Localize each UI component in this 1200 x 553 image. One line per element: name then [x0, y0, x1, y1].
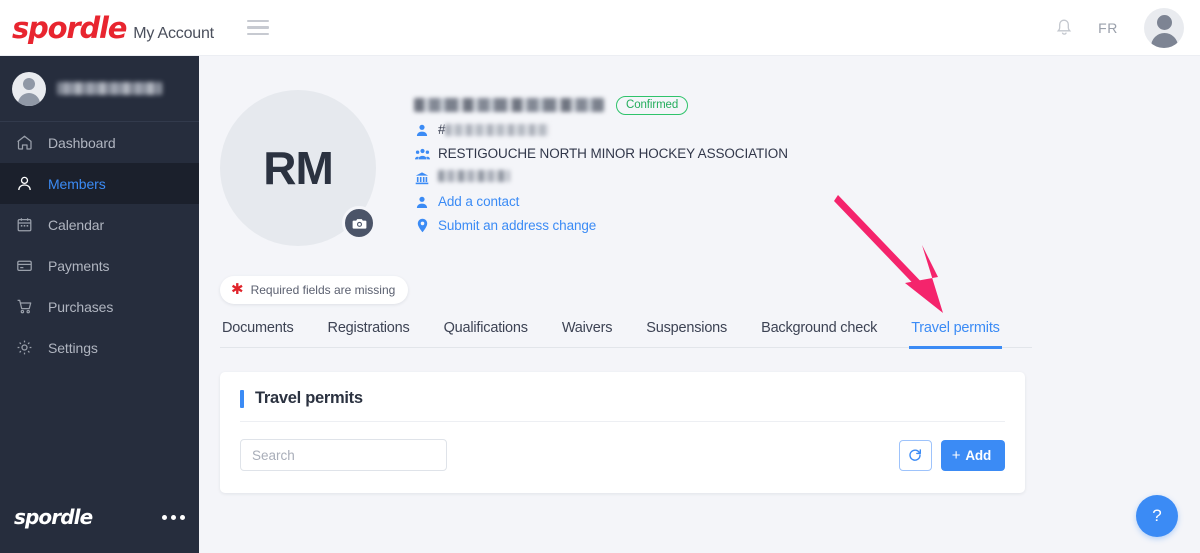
dot: [180, 514, 185, 520]
tab-travel-permits[interactable]: Travel permits: [909, 320, 1002, 349]
address-value: [438, 170, 510, 185]
sidebar-item-label: Calendar: [48, 216, 105, 233]
sidebar-user[interactable]: [0, 56, 199, 122]
travel-permits-card: Travel permits + Add: [220, 372, 1025, 493]
profile-details: Confirmed # RESTIGOUCHE NORTH MINOR HOCK…: [414, 90, 788, 246]
profile-name-redacted: [414, 98, 604, 112]
member-number-prefix: #: [438, 122, 446, 137]
tab-background-check[interactable]: Background check: [759, 320, 879, 347]
organization-row: RESTIGOUCHE NORTH MINOR HOCKEY ASSOCIATI…: [414, 145, 788, 162]
avatar-head: [1156, 14, 1172, 30]
card-header: Travel permits: [240, 389, 1005, 408]
profile-avatar-wrap: RM: [220, 90, 376, 246]
sidebar-item-members[interactable]: Members: [0, 163, 199, 204]
refresh-button[interactable]: [898, 439, 932, 471]
sidebar-item-payments[interactable]: Payments: [0, 245, 199, 286]
main-content: RM Confirmed # RESTIGOUCHE NORTH MINOR H…: [199, 56, 1200, 553]
dot: [171, 514, 176, 520]
brand[interactable]: spordle My Account: [0, 11, 214, 45]
institution-icon: [414, 171, 430, 185]
sidebar-footer: spordle: [0, 481, 199, 553]
sidebar-item-dashboard[interactable]: Dashboard: [0, 122, 199, 163]
tab-documents[interactable]: Documents: [220, 320, 296, 347]
organization-name: RESTIGOUCHE NORTH MINOR HOCKEY ASSOCIATI…: [438, 146, 788, 161]
add-button-label: Add: [965, 447, 991, 463]
user-avatar[interactable]: [1144, 7, 1184, 48]
tab-suspensions[interactable]: Suspensions: [644, 320, 729, 347]
sidebar-user-name-redacted: [57, 82, 162, 95]
credit-card-icon: [14, 255, 35, 276]
add-contact-link[interactable]: Add a contact: [438, 194, 519, 209]
sidebar-avatar: [12, 71, 46, 106]
dot: [162, 514, 167, 520]
address-redacted: [438, 170, 510, 182]
help-button[interactable]: ?: [1136, 495, 1178, 537]
profile-tabs: Documents Registrations Qualifications W…: [220, 320, 1032, 349]
gear-icon: [14, 337, 35, 358]
address-row: [414, 169, 788, 186]
avatar-body: [18, 92, 40, 106]
required-fields-alert: ✱ Required fields are missing: [220, 276, 409, 304]
location-pin-icon: [414, 218, 430, 233]
avatar-head: [23, 77, 35, 90]
status-badge: Confirmed: [616, 95, 689, 115]
hamburger-line: [246, 26, 269, 29]
search-input[interactable]: [240, 439, 447, 471]
app-root: spordle My Account FR Dashboard Members …: [0, 0, 1200, 553]
hamburger-line: [246, 19, 269, 23]
sidebar-item-purchases[interactable]: Purchases: [0, 286, 199, 327]
top-bar: spordle My Account FR: [0, 0, 1200, 56]
home-icon: [14, 132, 35, 153]
sidebar-item-settings[interactable]: Settings: [0, 327, 199, 368]
sidebar-item-label: Settings: [48, 339, 98, 356]
people-group-icon: [414, 147, 430, 161]
user-icon: [14, 173, 35, 194]
card-actions: + Add: [898, 439, 1005, 471]
camera-icon[interactable]: [342, 206, 376, 240]
profile-name-row: Confirmed: [414, 95, 788, 115]
member-number-row: #: [414, 121, 788, 138]
required-fields-text: Required fields are missing: [250, 282, 396, 297]
sidebar-item-calendar[interactable]: Calendar: [0, 204, 199, 245]
sidebar-item-label: Members: [48, 175, 106, 192]
address-change-link[interactable]: Submit an address change: [438, 218, 596, 233]
bell-icon[interactable]: [1056, 19, 1072, 37]
sidebar-item-label: Dashboard: [48, 134, 116, 151]
calendar-icon: [14, 214, 35, 235]
plus-icon: +: [951, 446, 961, 464]
add-contact-row[interactable]: Add a contact: [414, 193, 788, 210]
hamburger-line: [246, 32, 269, 36]
card-title: Travel permits: [255, 389, 363, 407]
asterisk-icon: ✱: [231, 281, 244, 298]
title-accent-bar: [240, 389, 244, 408]
brand-logo: spordle: [12, 10, 127, 45]
address-change-row[interactable]: Submit an address change: [414, 217, 788, 234]
member-number: #: [438, 122, 550, 137]
person-add-icon: [414, 195, 430, 209]
person-icon: [414, 123, 430, 137]
member-number-redacted: [445, 124, 550, 136]
avatar-body: [1150, 32, 1178, 48]
profile-header: RM Confirmed # RESTIGOUCHE NORTH MINOR H…: [199, 56, 1200, 246]
sidebar: Dashboard Members Calendar Payments Purc: [0, 56, 199, 553]
add-button[interactable]: + Add: [940, 439, 1005, 471]
tab-registrations[interactable]: Registrations: [326, 320, 412, 347]
help-label: ?: [1152, 506, 1162, 525]
card-toolbar: + Add: [240, 439, 1005, 471]
sidebar-item-label: Purchases: [48, 298, 114, 315]
card-divider: [240, 421, 1005, 422]
language-toggle[interactable]: FR: [1098, 20, 1118, 36]
ellipsis-icon[interactable]: [162, 514, 185, 520]
shopping-cart-icon: [14, 296, 35, 317]
tab-qualifications[interactable]: Qualifications: [442, 320, 530, 347]
hamburger-icon[interactable]: [246, 16, 269, 40]
footer-logo: spordle: [14, 505, 93, 529]
brand-subtitle: My Account: [133, 24, 214, 42]
top-bar-actions: FR: [1056, 7, 1200, 48]
sidebar-item-label: Payments: [48, 257, 110, 274]
tab-waivers[interactable]: Waivers: [560, 320, 614, 347]
